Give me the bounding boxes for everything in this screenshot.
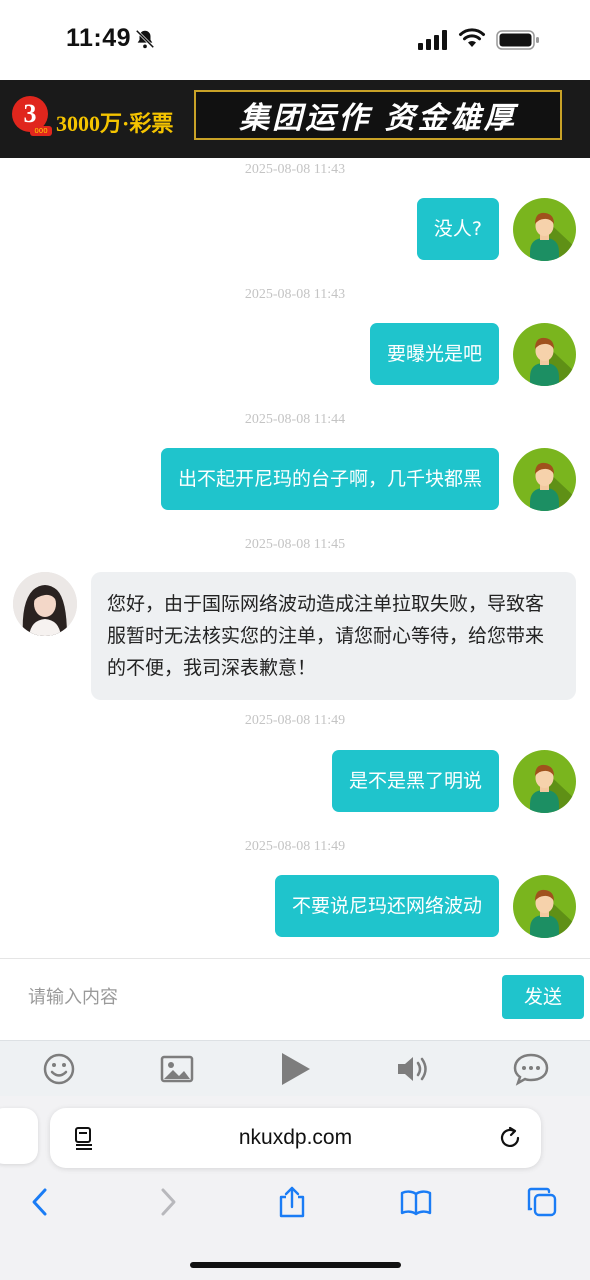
message-timestamp: 2025-08-08 11:49 xyxy=(244,713,346,728)
user-avatar xyxy=(513,198,576,261)
user-message: 是不是黑了明说 xyxy=(331,750,499,812)
message-timestamp: 2025-08-08 11:44 xyxy=(244,412,346,427)
agent-photo xyxy=(13,572,77,636)
reload-icon[interactable] xyxy=(497,1125,523,1151)
message-input[interactable] xyxy=(14,977,484,1017)
message-input-bar: 发送 xyxy=(0,958,590,1040)
promo-banner[interactable]: 3 000 3000万·彩票 集团运作 资金雄厚 xyxy=(0,80,590,158)
user-avatar xyxy=(513,750,576,813)
message-timestamp: 2025-08-08 11:49 xyxy=(244,839,346,854)
lottery-logo-badge: 000 xyxy=(30,126,52,136)
previous-tab-preview[interactable] xyxy=(0,1108,38,1164)
url-text: nkuxdp.com xyxy=(238,1126,353,1149)
wifi-icon xyxy=(459,28,485,47)
person-icon xyxy=(530,337,576,386)
share-icon[interactable] xyxy=(276,1186,308,1218)
user-message: 要曝光是吧 xyxy=(369,323,499,385)
lottery-logo-text: 3000万·彩票 xyxy=(56,111,174,136)
forward-icon[interactable] xyxy=(152,1186,184,1218)
chat-toolbar xyxy=(0,1040,590,1096)
user-avatar xyxy=(513,323,576,386)
agent-avatar xyxy=(13,572,77,636)
battery-icon xyxy=(496,30,539,50)
bookmarks-icon[interactable] xyxy=(400,1186,432,1218)
cellular-signal-icon xyxy=(418,30,447,50)
person-icon xyxy=(530,212,576,261)
agent-message: 您好，由于国际网络波动造成注单拉取失败，导致客服暂时无法核实您的注单，请您耐心等… xyxy=(91,572,576,700)
user-avatar xyxy=(513,875,576,938)
tabs-icon[interactable] xyxy=(526,1186,558,1218)
chat-bubble-icon[interactable] xyxy=(512,1051,550,1087)
person-icon xyxy=(530,462,576,511)
message-timestamp: 2025-08-08 11:43 xyxy=(244,287,346,302)
bell-off-icon xyxy=(135,29,155,49)
user-message: 没人? xyxy=(416,198,499,260)
slogan-text: 集团运作 资金雄厚 xyxy=(239,101,517,136)
status-bar: 11:49 xyxy=(0,0,590,80)
user-avatar xyxy=(513,448,576,511)
user-message: 不要说尼玛还网络波动 xyxy=(274,875,499,937)
chat-area[interactable]: 2025-08-08 11:43 没人? 2025-08-08 11:43 要曝… xyxy=(0,158,590,958)
emoji-icon[interactable] xyxy=(40,1051,78,1087)
back-icon[interactable] xyxy=(24,1186,56,1218)
message-timestamp: 2025-08-08 11:45 xyxy=(244,537,346,552)
play-icon[interactable] xyxy=(276,1051,314,1087)
status-time: 11:49 xyxy=(66,24,132,52)
speaker-icon[interactable] xyxy=(394,1051,432,1087)
send-button[interactable]: 发送 xyxy=(502,975,584,1019)
message-timestamp: 2025-08-08 11:43 xyxy=(244,162,346,177)
home-indicator xyxy=(190,1262,401,1268)
person-icon xyxy=(530,764,576,813)
image-icon[interactable] xyxy=(158,1051,196,1087)
person-icon xyxy=(530,889,576,938)
browser-bottom-bar: nkuxdp.com xyxy=(0,1096,590,1280)
address-bar[interactable]: nkuxdp.com xyxy=(50,1108,541,1168)
user-message: 出不起开尼玛的台子啊，几千块都黑 xyxy=(160,448,499,510)
slogan-box: 集团运作 资金雄厚 xyxy=(194,90,562,140)
